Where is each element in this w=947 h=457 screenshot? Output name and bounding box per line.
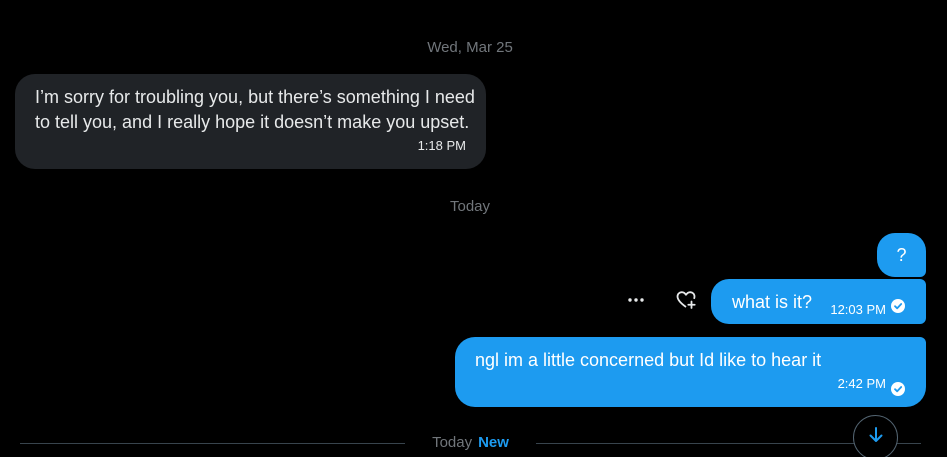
message-text: what is it? bbox=[732, 292, 813, 312]
heart-plus-icon bbox=[675, 289, 697, 316]
new-messages-divider: Today New bbox=[405, 434, 536, 451]
outgoing-message-bubble[interactable]: ngl im a little concerned but Id like to… bbox=[455, 337, 926, 407]
seen-check-icon bbox=[891, 382, 905, 396]
message-text: ? bbox=[896, 244, 907, 265]
message-actions bbox=[622, 288, 700, 316]
scroll-to-bottom-button[interactable] bbox=[853, 415, 898, 457]
message-text: ngl im a little concerned but Id like to… bbox=[475, 350, 822, 370]
add-reaction-button[interactable] bbox=[672, 288, 700, 316]
message-timestamp: 1:18 PM bbox=[417, 138, 466, 153]
message-text: I’m sorry for troubling you, but there’s… bbox=[35, 87, 475, 132]
more-options-button[interactable] bbox=[622, 288, 650, 316]
dm-conversation: Wed, Mar 25 I’m sorry for troubling you,… bbox=[0, 0, 947, 457]
incoming-message-bubble[interactable]: I’m sorry for troubling you, but there’s… bbox=[15, 74, 486, 169]
date-separator: Today bbox=[449, 198, 491, 215]
new-messages-divider-line bbox=[20, 443, 405, 444]
seen-check-icon bbox=[891, 299, 905, 313]
outgoing-message-bubble[interactable]: what is it? 12:03 PM bbox=[711, 279, 926, 324]
new-label: New bbox=[478, 434, 509, 451]
more-horizontal-icon bbox=[626, 290, 646, 315]
divider-date-label: Today bbox=[432, 434, 473, 451]
date-separator: Wed, Mar 25 bbox=[427, 39, 513, 56]
message-timestamp: 12:03 PM bbox=[830, 302, 886, 317]
message-timestamp: 2:42 PM bbox=[837, 376, 886, 391]
arrow-down-icon bbox=[866, 425, 886, 450]
outgoing-message-bubble[interactable]: ? bbox=[877, 233, 926, 277]
